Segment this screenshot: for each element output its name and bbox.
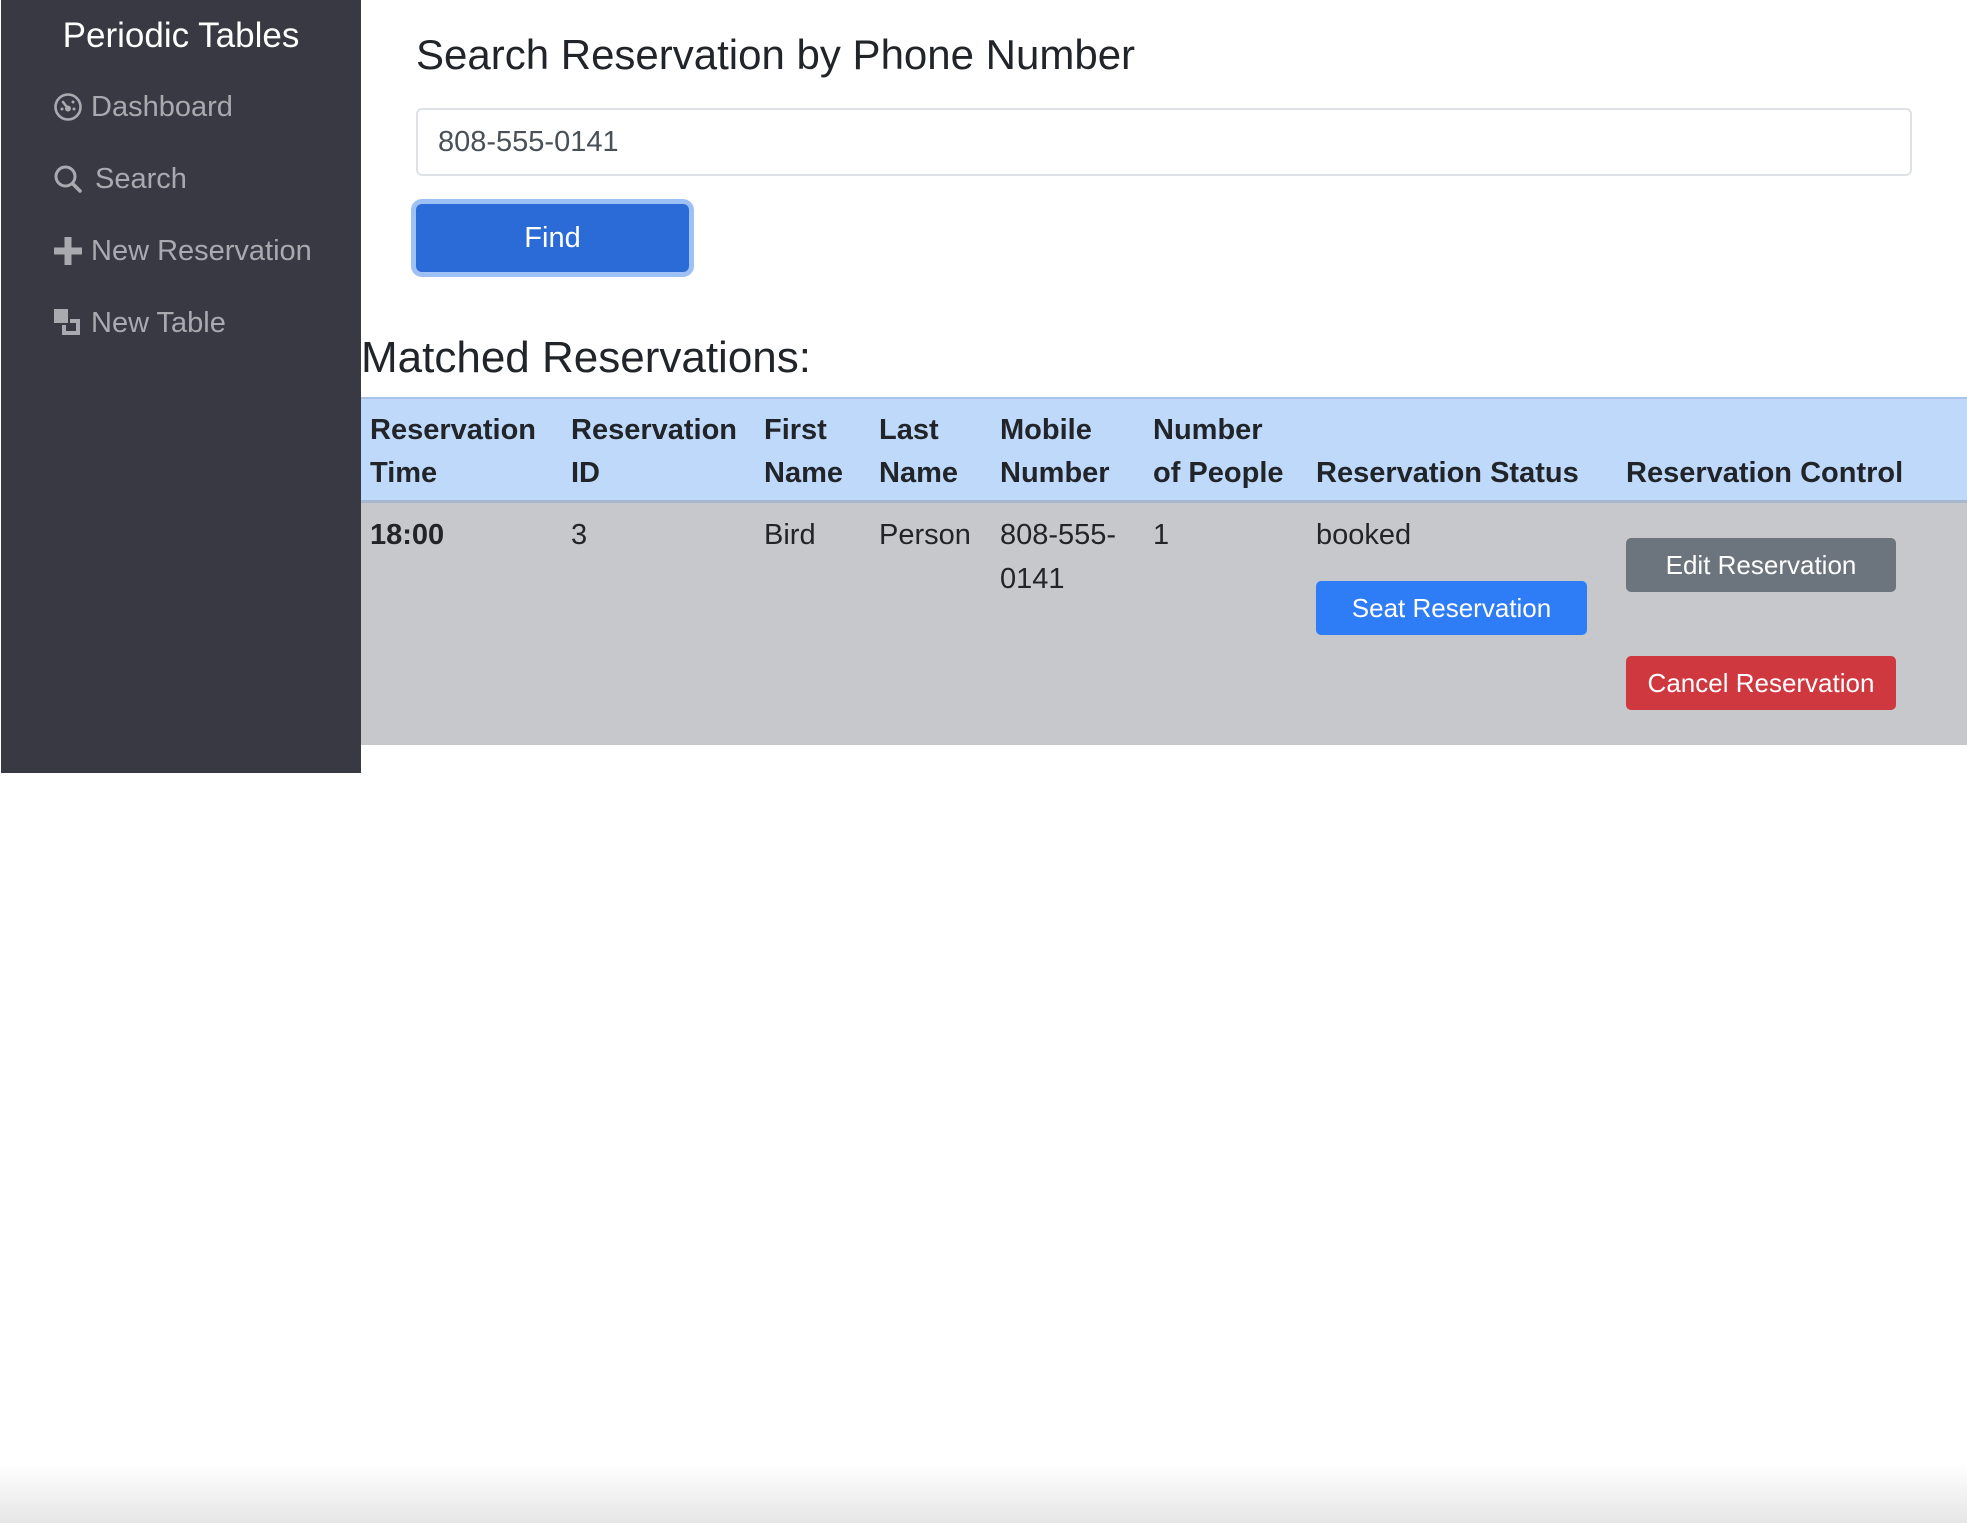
column-header-time: Reservation Time <box>370 414 537 489</box>
search-icon <box>51 162 85 196</box>
column-header-people: Number of People <box>1153 414 1284 489</box>
sidebar-item-new-table[interactable]: New Table <box>51 298 226 348</box>
dashboard-icon <box>51 90 85 124</box>
column-header-first-name: First Name <box>764 414 843 489</box>
find-button[interactable]: Find <box>416 204 689 272</box>
page-title: Search Reservation by Phone Number <box>416 31 1136 78</box>
sidebar-item-label: New Reservation <box>91 234 312 267</box>
sidebar-item-search[interactable]: Search <box>51 154 187 204</box>
sidebar-item-new-reservation[interactable]: New Reservation <box>51 226 312 276</box>
cell-time: 18:00 <box>370 519 445 551</box>
results-title: Matched Reservations: <box>361 333 811 382</box>
plus-icon <box>51 234 85 268</box>
phone-search-input[interactable] <box>416 108 1912 176</box>
cell-status: booked <box>1316 519 1412 551</box>
cell-first-name: Bird <box>764 519 816 551</box>
new-table-icon <box>51 306 85 340</box>
column-header-control: Reservation Control <box>1626 457 1904 489</box>
page: Periodic Tables Dashboard Search New Res… <box>0 0 1967 1523</box>
edit-reservation-button[interactable]: Edit Reservation <box>1626 538 1896 592</box>
column-header-last-name: Last Name <box>879 414 958 489</box>
window-bottom-edge <box>0 1463 1967 1523</box>
sidebar-item-label: New Table <box>91 306 226 339</box>
brand-title[interactable]: Periodic Tables <box>1 12 361 60</box>
sidebar-item-label: Search <box>95 162 187 195</box>
reservations-table: Reservation Time Reservation ID First Name … <box>361 397 1967 745</box>
cancel-reservation-button[interactable]: Cancel Reservation <box>1626 656 1896 710</box>
sidebar: Periodic Tables Dashboard Search New Res… <box>1 0 361 773</box>
column-header-status: Reservation Status <box>1316 457 1579 489</box>
cell-last-name: Person <box>879 519 971 551</box>
cell-people: 1 <box>1153 519 1170 551</box>
sidebar-item-label: Dashboard <box>91 90 233 123</box>
seat-reservation-button[interactable]: Seat Reservation <box>1316 581 1587 635</box>
sidebar-item-dashboard[interactable]: Dashboard <box>51 82 233 132</box>
cell-id: 3 <box>571 519 588 551</box>
column-header-id: Reservation ID <box>571 414 738 489</box>
cell-mobile: 808-555- 0141 <box>1000 519 1117 595</box>
table-row: 18:00 3 Bird Person 808-555- 0141 1 booke… <box>361 503 1967 745</box>
column-header-mobile: Mobile Number <box>1000 414 1110 489</box>
table-header: Reservation Time Reservation ID First Name … <box>361 397 1967 503</box>
